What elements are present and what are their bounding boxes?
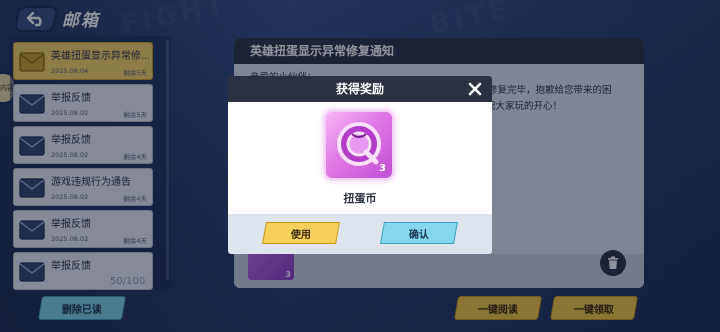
reward-name: 扭蛋币: [343, 192, 377, 205]
use-label: 使用: [291, 229, 311, 241]
reward-item[interactable]: 3: [324, 110, 394, 180]
reward-modal: 获得奖励 3 扭蛋币 使用 确认: [228, 76, 492, 254]
modal-footer: 使用 确认: [228, 214, 492, 254]
confirm-button[interactable]: 确认: [380, 222, 458, 244]
modal-title: 获得奖励: [335, 82, 384, 96]
close-icon: [468, 82, 482, 96]
confirm-label: 确认: [409, 229, 429, 241]
modal-header: 获得奖励: [228, 76, 492, 102]
close-button[interactable]: [466, 80, 484, 98]
modal-body: 3 扭蛋币: [228, 102, 492, 214]
use-button[interactable]: 使用: [262, 222, 340, 244]
reward-count: 3: [379, 163, 386, 174]
